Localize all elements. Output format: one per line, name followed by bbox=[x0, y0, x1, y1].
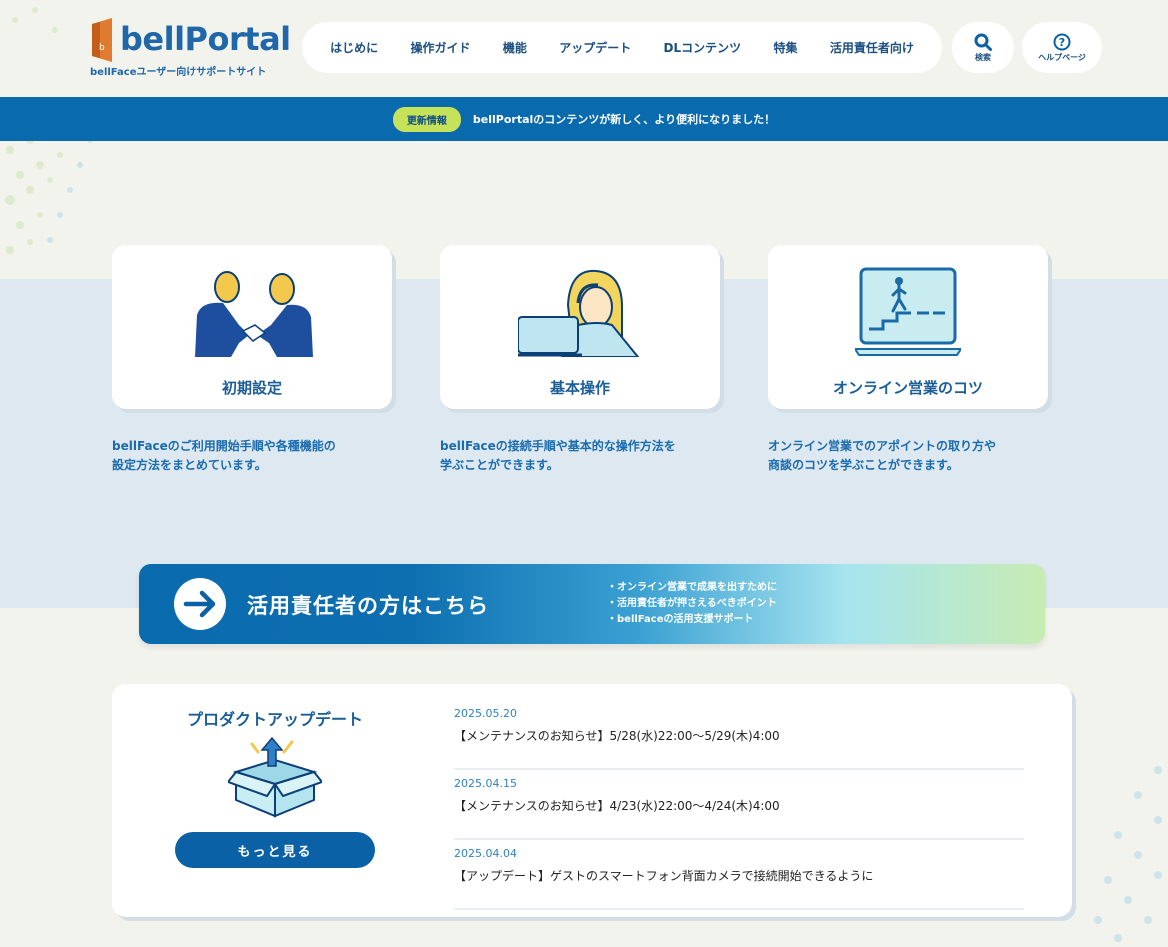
news-date: 2025.05.20 bbox=[454, 707, 517, 720]
decorative-dots-right bbox=[1094, 766, 1162, 942]
card-description: bellFaceの接続手順や基本的な操作方法を 学ぶことができます。 bbox=[440, 437, 740, 475]
update-badge: 更新情報 bbox=[392, 106, 461, 132]
search-button[interactable]: 検索 bbox=[952, 22, 1014, 73]
news-title: 【メンテナンスのお知らせ】4/23(水)22:00〜4/24(木)4:00 bbox=[454, 799, 780, 813]
product-updates-section: プロダクトアップデート もっと見る 2025.05.20 【メンテナンスのお知ら… bbox=[112, 684, 1072, 917]
card-title: 基本操作 bbox=[549, 379, 610, 397]
card-desc-line: bellFaceの接続手順や基本的な操作方法を bbox=[440, 439, 676, 453]
card-desc-line: bellFaceのご利用開始手順や各種機能の bbox=[112, 439, 336, 453]
card-description: bellFaceのご利用開始手順や各種機能の 設定方法をまとめています。 bbox=[112, 437, 412, 475]
logo-wordmark: bellPortal bbox=[120, 20, 291, 58]
help-button-label: ヘルプページ bbox=[1038, 52, 1086, 62]
product-updates-title: プロダクトアップデート bbox=[186, 710, 363, 729]
card-title: オンライン営業のコツ bbox=[832, 379, 983, 397]
card-basic-operation[interactable]: 基本操作 bbox=[440, 245, 720, 409]
nav-item-features[interactable]: 機能 bbox=[503, 39, 527, 56]
more-updates-button[interactable]: もっと見る bbox=[175, 832, 375, 868]
card-desc-line: オンライン営業でのアポイントの取り方や bbox=[768, 439, 997, 453]
card-title: 初期設定 bbox=[221, 379, 282, 397]
nav-item-downloads[interactable]: DLコンテンツ bbox=[664, 39, 742, 56]
manager-banner[interactable]: 活用責任者の方はこちら ・オンライン営業で成果を出すために ・活用責任者が押さえ… bbox=[139, 564, 1045, 644]
help-page-button[interactable]: ? ヘルプページ bbox=[1022, 22, 1102, 73]
manager-banner-points: ・オンライン営業で成果を出すために ・活用責任者が押さえるべきポイント ・bel… bbox=[607, 580, 777, 628]
site-header: b bellPortal bellFaceユーザー向けサポートサイト はじめに … bbox=[0, 0, 1168, 97]
announcement-text: bellPortalのコンテンツが新しく、より便利になりました！ bbox=[472, 113, 776, 126]
manager-banner-title: 活用責任者の方はこちら bbox=[247, 594, 489, 618]
search-button-label: 検索 bbox=[975, 52, 991, 62]
nav-item-features-special[interactable]: 特集 bbox=[773, 39, 797, 56]
card-description: オンライン営業でのアポイントの取り方や 商談のコツを学ぶことができます。 bbox=[768, 437, 1068, 475]
manager-point: ・オンライン営業で成果を出すために bbox=[607, 582, 777, 593]
handshake-illustration bbox=[195, 271, 313, 357]
list-item[interactable]: 2025.04.04 【アップデート】ゲストのスマートフォン背面カメラで接続開始… bbox=[454, 840, 1024, 910]
card-desc-line: 商談のコツを学ぶことができます。 bbox=[768, 458, 959, 472]
arrow-right-circle-icon bbox=[174, 578, 226, 630]
main-nav: はじめに 操作ガイド 機能 アップデート DLコンテンツ 特集 活用責任者向け bbox=[302, 22, 942, 73]
announcement-bar[interactable]: 更新情報 bellPortalのコンテンツが新しく、より便利になりました！ bbox=[0, 97, 1168, 141]
svg-text:b: b bbox=[99, 43, 105, 53]
update-news-list: 2025.05.20 【メンテナンスのお知らせ】5/28(水)22:00〜5/2… bbox=[454, 700, 1024, 910]
question-circle-icon: ? bbox=[1053, 33, 1071, 50]
news-date: 2025.04.15 bbox=[454, 777, 517, 790]
logo-subtitle: bellFaceユーザー向けサポートサイト bbox=[90, 67, 267, 78]
list-item[interactable]: 2025.05.20 【メンテナンスのお知らせ】5/28(水)22:00〜5/2… bbox=[454, 700, 1024, 770]
nav-item-intro[interactable]: はじめに bbox=[330, 39, 378, 56]
nav-item-updates[interactable]: アップデート bbox=[559, 39, 631, 56]
laptop-stairs-illustration bbox=[855, 267, 961, 356]
svg-text:?: ? bbox=[1059, 36, 1065, 49]
box-update-illustration bbox=[228, 736, 322, 818]
card-desc-line: 学ぶことができます。 bbox=[440, 458, 559, 472]
news-title: 【アップデート】ゲストのスマートフォン背面カメラで接続開始できるように bbox=[454, 869, 874, 883]
news-title: 【メンテナンスのお知らせ】5/28(水)22:00〜5/29(木)4:00 bbox=[454, 729, 780, 743]
card-online-sales-tips[interactable]: オンライン営業のコツ bbox=[768, 245, 1048, 409]
door-logo-icon: b bbox=[92, 18, 112, 62]
card-desc-line: 設定方法をまとめています。 bbox=[112, 458, 267, 472]
card-initial-setup[interactable]: 初期設定 bbox=[112, 245, 392, 409]
list-item[interactable]: 2025.04.15 【メンテナンスのお知らせ】4/23(水)22:00〜4/2… bbox=[454, 770, 1024, 840]
site-logo[interactable]: b bellPortal bellFaceユーザー向けサポートサイト bbox=[90, 16, 291, 80]
nav-item-guide[interactable]: 操作ガイド bbox=[411, 39, 471, 56]
news-date: 2025.04.04 bbox=[454, 847, 517, 860]
search-icon bbox=[974, 33, 992, 51]
nav-item-managers[interactable]: 活用責任者向け bbox=[830, 39, 914, 56]
manager-point: ・bellFaceの活用支援サポート bbox=[607, 614, 754, 625]
operator-laptop-illustration bbox=[518, 269, 640, 357]
manager-point: ・活用責任者が押さえるべきポイント bbox=[607, 598, 777, 609]
